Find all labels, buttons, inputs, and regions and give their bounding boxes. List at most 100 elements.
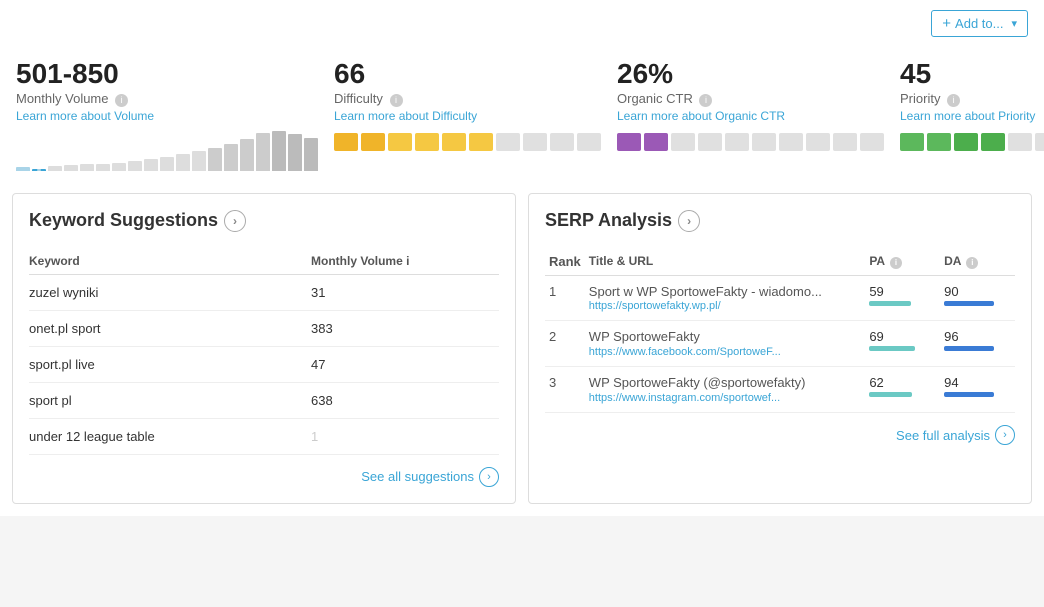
see-all-suggestions-link[interactable]: See all suggestions › bbox=[29, 467, 499, 487]
bar bbox=[160, 157, 174, 171]
serp-title: WP SportoweFakty (@sportowefakty) bbox=[589, 375, 806, 390]
serp-analysis-panel: SERP Analysis › Rank Title & URL PA i bbox=[528, 193, 1032, 504]
serp-url[interactable]: https://sportowefakty.wp.pl/ bbox=[589, 300, 862, 312]
see-full-analysis-link[interactable]: See full analysis › bbox=[545, 425, 1015, 445]
plus-icon: + bbox=[942, 15, 951, 32]
da-value: 94 bbox=[944, 375, 1011, 390]
serp-title: Sport w WP SportoweFakty - wiadomo... bbox=[589, 284, 822, 299]
seg bbox=[752, 133, 776, 151]
seg bbox=[671, 133, 695, 151]
volume-cell: 47 bbox=[311, 346, 499, 382]
da-bar bbox=[944, 346, 994, 351]
seg bbox=[833, 133, 857, 151]
volume-cell: 31 bbox=[311, 274, 499, 310]
metric-link-difficulty[interactable]: Learn more about Difficulty bbox=[334, 109, 601, 123]
serp-analysis-title: SERP Analysis › bbox=[545, 210, 1015, 232]
metric-label-organic-ctr: Organic CTR i bbox=[617, 91, 884, 107]
difficulty-segment-bar bbox=[334, 133, 601, 151]
keyword-cell: onet.pl sport bbox=[29, 310, 311, 346]
seg bbox=[698, 133, 722, 151]
keyword-cell: sport.pl live bbox=[29, 346, 311, 382]
see-full-arrow-icon: › bbox=[995, 425, 1015, 445]
info-icon-difficulty[interactable]: i bbox=[390, 94, 403, 107]
keyword-suggestions-title: Keyword Suggestions › bbox=[29, 210, 499, 232]
info-icon-monthly-volume[interactable]: i bbox=[115, 94, 128, 107]
volume-cell: 1 bbox=[311, 418, 499, 454]
panels-row: Keyword Suggestions › Keyword Monthly Vo… bbox=[0, 181, 1044, 516]
seg bbox=[469, 133, 493, 151]
add-to-label: Add to... bbox=[955, 16, 1003, 31]
keyword-suggestions-nav-icon[interactable]: › bbox=[224, 210, 246, 232]
seg bbox=[617, 133, 641, 151]
metric-link-organic-ctr[interactable]: Learn more about Organic CTR bbox=[617, 109, 884, 123]
volume-bar-chart bbox=[16, 131, 318, 171]
col-header-da: DA i bbox=[940, 248, 1015, 276]
seg bbox=[496, 133, 520, 151]
volume-cell: 383 bbox=[311, 310, 499, 346]
metric-label-difficulty: Difficulty i bbox=[334, 91, 601, 107]
bar bbox=[176, 154, 190, 171]
keyword-cell: under 12 league table bbox=[29, 418, 311, 454]
metric-label-monthly-volume: Monthly Volume i bbox=[16, 91, 318, 107]
metric-link-priority[interactable]: Learn more about Priority bbox=[900, 109, 1044, 123]
bar bbox=[240, 139, 254, 171]
info-icon-organic-ctr[interactable]: i bbox=[699, 94, 712, 107]
serp-table-row: 2 WP SportoweFakty https://www.facebook.co… bbox=[545, 321, 1015, 367]
keyword-cell: sport pl bbox=[29, 382, 311, 418]
bar bbox=[64, 165, 78, 171]
bar bbox=[80, 164, 94, 171]
bar bbox=[48, 166, 62, 171]
seg bbox=[725, 133, 749, 151]
pa-bar bbox=[869, 301, 911, 306]
seg bbox=[388, 133, 412, 151]
seg bbox=[644, 133, 668, 151]
metric-link-monthly-volume[interactable]: Learn more about Volume bbox=[16, 109, 318, 123]
ctr-segment-bar bbox=[617, 133, 884, 151]
top-bar: + Add to... ▾ bbox=[0, 0, 1044, 47]
col-header-volume: Monthly Volume i bbox=[311, 248, 499, 275]
seg bbox=[550, 133, 574, 151]
seg bbox=[900, 133, 924, 151]
seg bbox=[860, 133, 884, 151]
rank-cell: 3 bbox=[545, 367, 585, 413]
info-icon-priority[interactable]: i bbox=[947, 94, 960, 107]
seg bbox=[954, 133, 978, 151]
rank-cell: 2 bbox=[545, 321, 585, 367]
volume-cell: 638 bbox=[311, 382, 499, 418]
metric-label-priority: Priority i bbox=[900, 91, 1044, 107]
da-cell: 90 bbox=[940, 275, 1015, 321]
metric-value-priority: 45 bbox=[900, 57, 1044, 91]
pa-cell: 59 bbox=[865, 275, 940, 321]
da-cell: 94 bbox=[940, 367, 1015, 413]
serp-analysis-table: Rank Title & URL PA i DA i bbox=[545, 248, 1015, 414]
seg bbox=[523, 133, 547, 151]
serp-table-row: 1 Sport w WP SportoweFakty - wiadomo...ht… bbox=[545, 275, 1015, 321]
keyword-cell: zuzel wyniki bbox=[29, 274, 311, 310]
seg bbox=[361, 133, 385, 151]
info-icon-da[interactable]: i bbox=[966, 257, 978, 269]
da-cell: 96 bbox=[940, 321, 1015, 367]
keyword-table-row: zuzel wyniki31 bbox=[29, 274, 499, 310]
metrics-row: 501-850 Monthly Volume i Learn more abou… bbox=[0, 47, 1044, 181]
rank-cell: 1 bbox=[545, 275, 585, 321]
info-icon-volume-col[interactable]: i bbox=[406, 254, 409, 268]
serp-url[interactable]: https://www.instagram.com/sportowef... bbox=[589, 392, 862, 404]
serp-url[interactable]: https://www.facebook.com/SportoweF... bbox=[589, 346, 862, 358]
da-value: 90 bbox=[944, 284, 1011, 299]
seg bbox=[334, 133, 358, 151]
priority-segment-bar bbox=[900, 133, 1044, 151]
pa-bar bbox=[869, 392, 912, 397]
add-to-button[interactable]: + Add to... ▾ bbox=[931, 10, 1028, 37]
seg bbox=[806, 133, 830, 151]
bar bbox=[32, 169, 46, 171]
bar bbox=[256, 133, 270, 171]
seg bbox=[927, 133, 951, 151]
pa-value: 59 bbox=[869, 284, 936, 299]
serp-analysis-nav-icon[interactable]: › bbox=[678, 210, 700, 232]
metric-priority: 45 Priority i Learn more about Priority bbox=[900, 57, 1044, 181]
seg bbox=[981, 133, 1005, 151]
serp-title: WP SportoweFakty bbox=[589, 329, 700, 344]
app-container: + Add to... ▾ 501-850 Monthly Volume i L… bbox=[0, 0, 1044, 516]
info-icon-pa[interactable]: i bbox=[890, 257, 902, 269]
title-cell: WP SportoweFakty https://www.facebook.com… bbox=[585, 321, 866, 367]
